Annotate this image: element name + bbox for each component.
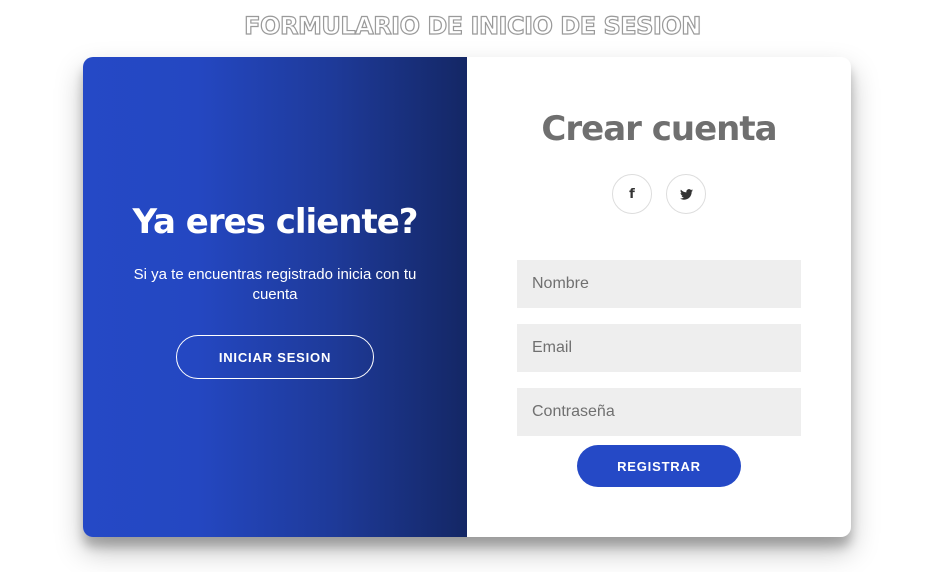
sign-in-button[interactable]: INICIAR SESION bbox=[176, 335, 374, 379]
social-login-row: f bbox=[612, 174, 706, 214]
facebook-icon: f bbox=[629, 186, 635, 202]
twitter-icon bbox=[679, 188, 693, 200]
twitter-button[interactable] bbox=[666, 174, 706, 214]
overlay-text: Si ya te encuentras registrado inicia co… bbox=[133, 266, 417, 303]
sign-up-form-panel: Crear cuenta f REGISTRAR bbox=[467, 57, 851, 537]
form-title: Crear cuenta bbox=[541, 109, 777, 149]
email-field[interactable] bbox=[517, 324, 801, 372]
overlay-title: Ya eres cliente? bbox=[132, 202, 418, 242]
sign-in-overlay-panel: Ya eres cliente? Si ya te encuentras reg… bbox=[83, 57, 467, 537]
page: FORMULARIO DE INICIO DE SESION Ya eres c… bbox=[0, 0, 945, 572]
password-field[interactable] bbox=[517, 388, 801, 436]
page-title: FORMULARIO DE INICIO DE SESION bbox=[244, 11, 702, 40]
auth-card: Ya eres cliente? Si ya te encuentras reg… bbox=[83, 57, 851, 537]
register-button[interactable]: REGISTRAR bbox=[577, 445, 741, 487]
name-field[interactable] bbox=[517, 260, 801, 308]
sign-up-fields bbox=[517, 260, 801, 436]
facebook-button[interactable]: f bbox=[612, 174, 652, 214]
